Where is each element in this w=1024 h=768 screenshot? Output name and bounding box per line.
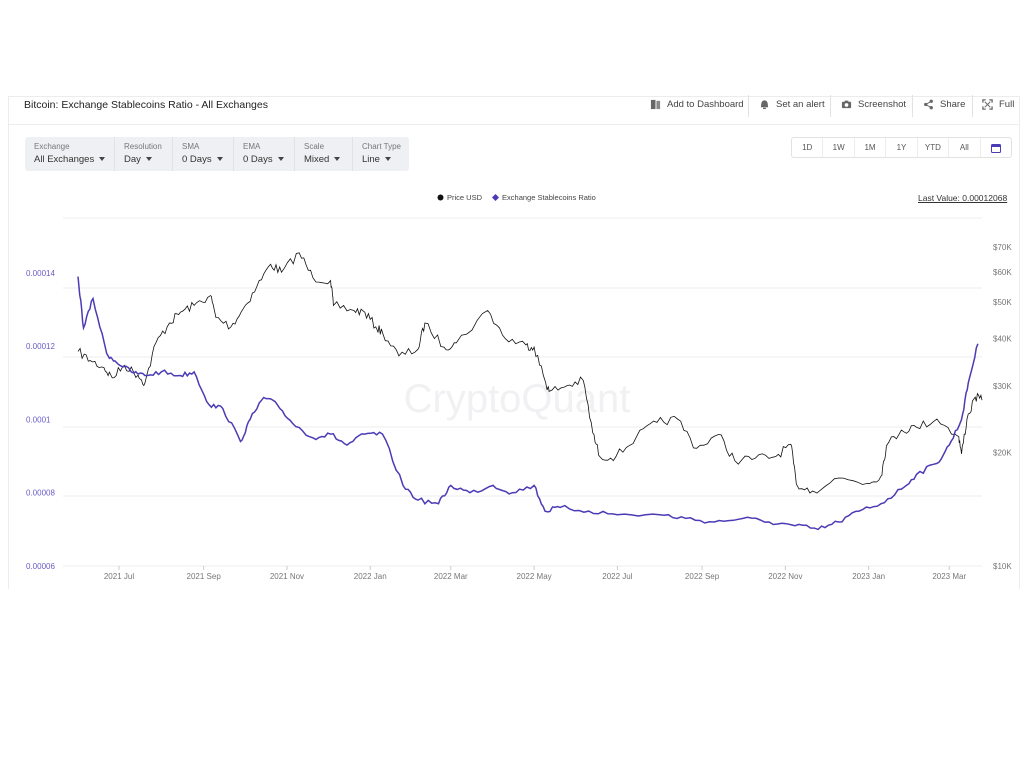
x-tick-label: 2022 Sep <box>685 572 720 581</box>
x-tick-label: 2023 Mar <box>932 572 966 581</box>
y-right-tick-label: $20K <box>993 448 1012 457</box>
y-right-tick-label: $60K <box>993 268 1012 277</box>
y-right-tick-label: $40K <box>993 335 1012 344</box>
y-left-tick-label: 0.00012 <box>26 342 55 351</box>
x-tick-label: 2022 Jan <box>354 572 387 581</box>
y-left-tick-label: 0.00006 <box>26 562 55 571</box>
x-tick-label: 2022 Nov <box>768 572 802 581</box>
y-right-tick-label: $30K <box>993 382 1012 391</box>
x-tick-label: 2022 Mar <box>434 572 468 581</box>
y-left-tick-label: 0.0001 <box>26 415 51 424</box>
x-tick-label: 2021 Nov <box>270 572 304 581</box>
y-left-tick-label: 0.00008 <box>26 489 55 498</box>
x-tick-label: 2022 May <box>517 572 552 581</box>
price-usd-line <box>77 252 983 494</box>
x-tick-label: 2023 Jan <box>852 572 885 581</box>
y-left-tick-label: 0.00014 <box>26 269 55 278</box>
x-tick-label: 2022 Jul <box>602 572 632 581</box>
y-right-tick-label: $70K <box>993 243 1012 252</box>
x-tick-label: 2021 Sep <box>187 572 222 581</box>
chart-svg: CryptoQuant 0.00014 0.00012 0.0001 0.00008 0.… <box>26 217 1012 581</box>
watermark: CryptoQuant <box>404 377 631 421</box>
y-right-tick-label: $50K <box>993 298 1012 307</box>
x-tick-label: 2021 Jul <box>104 572 134 581</box>
y-right-tick-label: $10K <box>993 562 1012 571</box>
